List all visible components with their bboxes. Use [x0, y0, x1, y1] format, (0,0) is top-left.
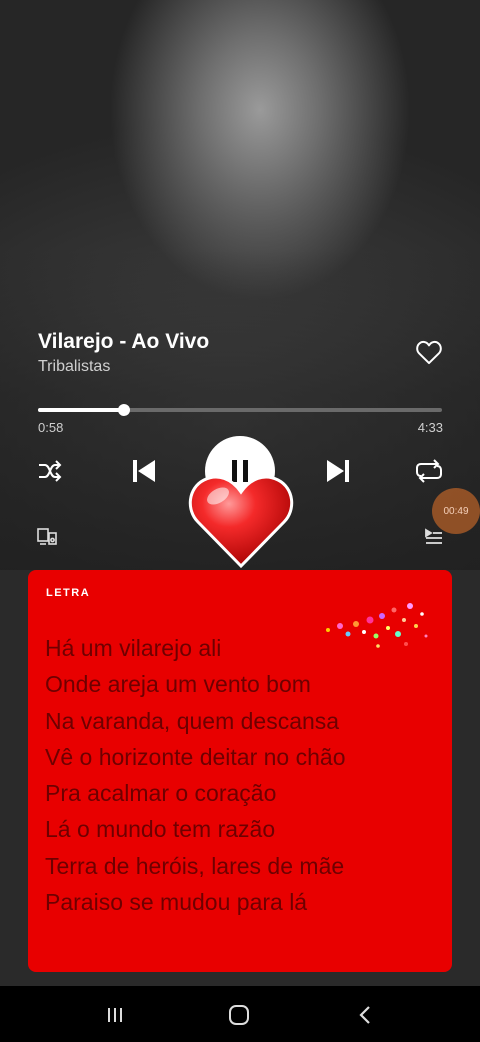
progress-knob[interactable]: [117, 404, 130, 416]
track-title[interactable]: Vilarejo - Ao Vivo: [38, 330, 209, 354]
lyric-line[interactable]: Lá o mundo tem razão: [45, 811, 345, 847]
system-nav-bar: [0, 986, 480, 1042]
lyric-line[interactable]: Pra acalmar o coração: [45, 775, 345, 811]
elapsed-time: 0:58: [38, 420, 64, 435]
floating-timer-text: 00:49: [443, 505, 469, 517]
back-icon[interactable]: [352, 1002, 378, 1028]
shuffle-icon[interactable]: [36, 458, 64, 484]
progress-fill: [38, 408, 124, 412]
floating-timer-bubble[interactable]: 00:49: [432, 488, 480, 534]
total-time: 4:33: [417, 420, 443, 435]
lyric-line[interactable]: Na varanda, quem descansa: [45, 703, 345, 739]
lyrics-lines: Há um vilarejo ali Onde areja um vento bo…: [45, 630, 345, 920]
lyric-line[interactable]: Onde areja um vento bom: [45, 666, 345, 702]
lyric-line[interactable]: Há um vilarejo ali: [45, 630, 345, 666]
queue-icon[interactable]: [424, 528, 444, 546]
recent-apps-icon[interactable]: [102, 1002, 128, 1028]
red-heart-sticker: [186, 470, 296, 570]
lyric-line[interactable]: Vê o horizonte deitar no chão: [45, 739, 345, 775]
skip-previous-icon[interactable]: [128, 455, 160, 487]
heart-outline-icon[interactable]: [415, 339, 443, 365]
skip-next-icon[interactable]: [322, 455, 354, 487]
home-icon[interactable]: [226, 1002, 252, 1028]
lyrics-card[interactable]: LETRA Há um vilarejo ali Onde areja um ve…: [28, 570, 452, 972]
progress-bar[interactable]: [38, 404, 442, 416]
lyrics-heading: LETRA: [46, 587, 91, 599]
lyric-line[interactable]: Terra de heróis, lares de mãe: [45, 848, 345, 884]
repeat-icon[interactable]: [414, 457, 444, 485]
lyric-line[interactable]: Paraiso se mudou para lá: [45, 884, 345, 920]
connect-devices-icon[interactable]: [36, 527, 58, 547]
track-artist[interactable]: Tribalistas: [38, 358, 110, 376]
